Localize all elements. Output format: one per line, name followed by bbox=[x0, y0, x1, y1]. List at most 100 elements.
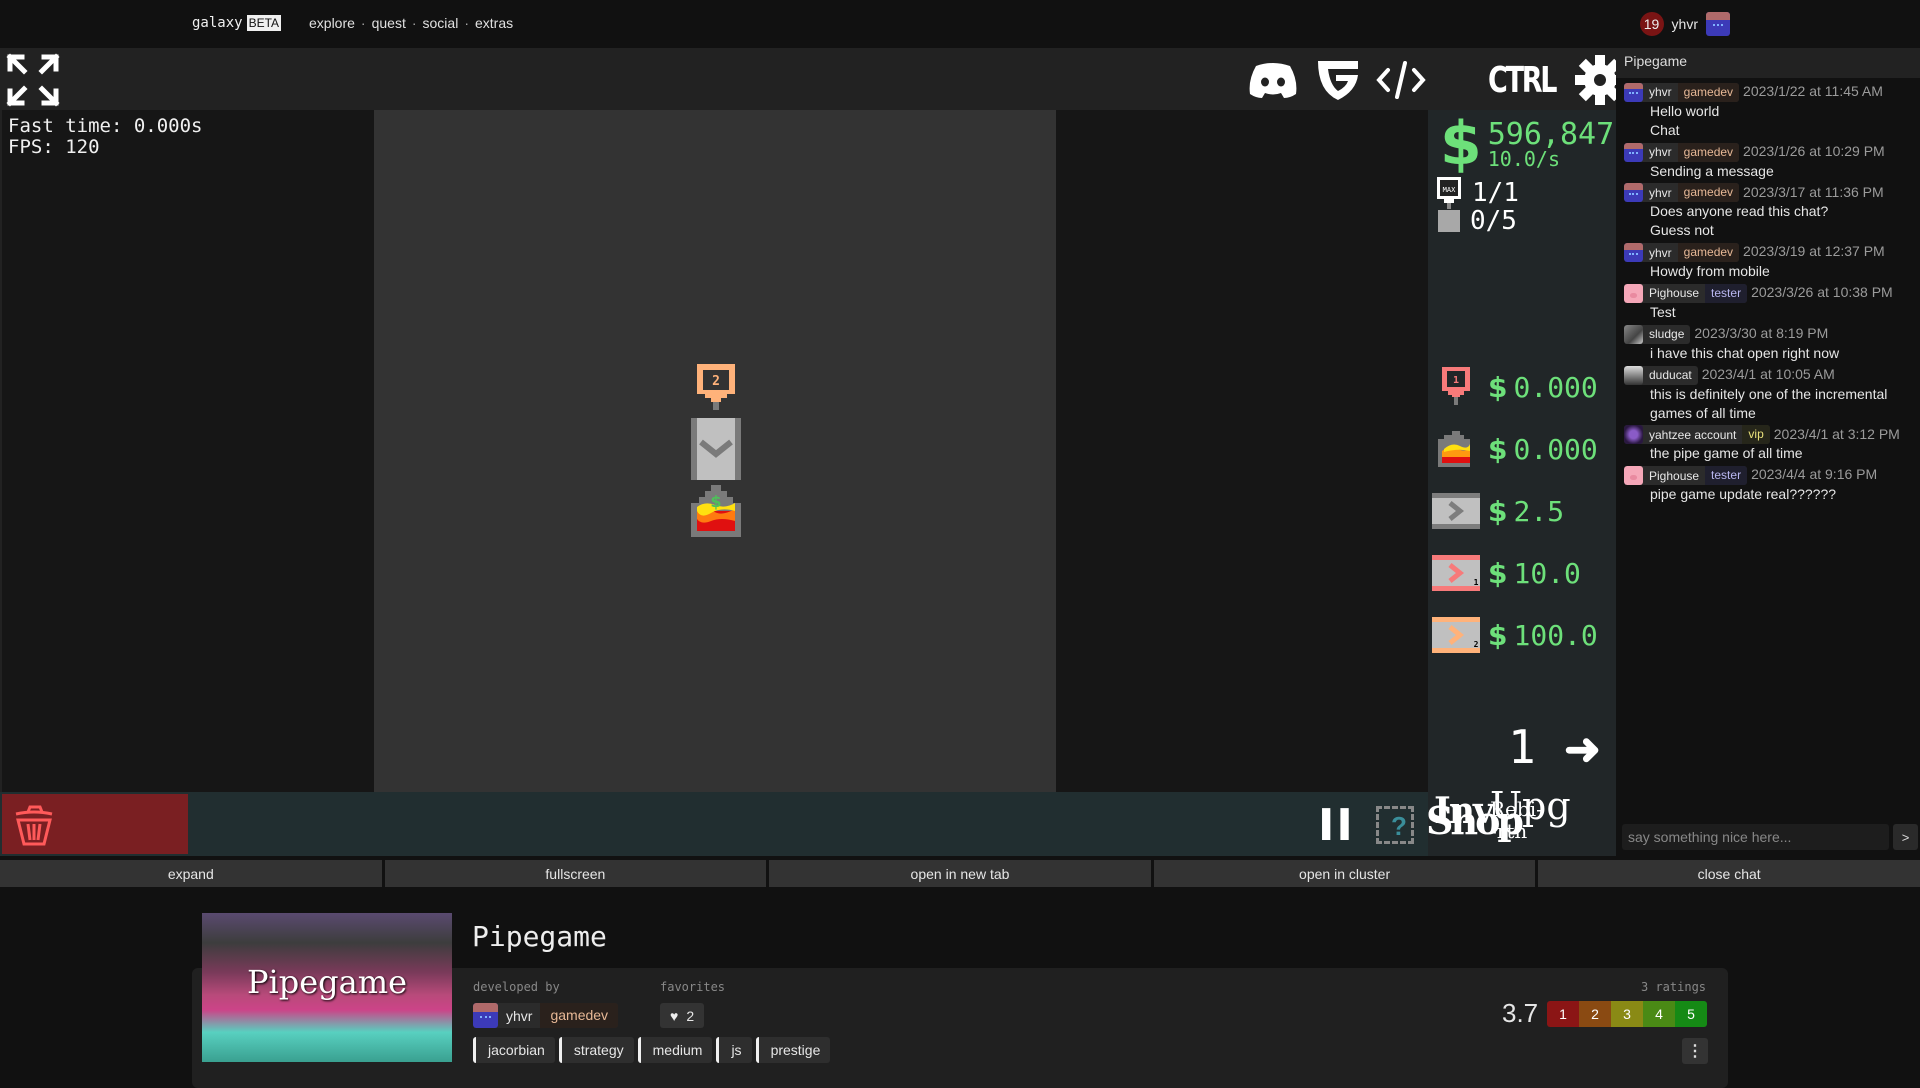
rate-5-button[interactable]: 5 bbox=[1675, 1001, 1707, 1027]
username[interactable]: yhvr bbox=[1672, 16, 1698, 32]
spawner-tile[interactable]: 2 bbox=[691, 364, 741, 418]
nav-link-quest[interactable]: quest bbox=[372, 15, 406, 31]
chat-send-button[interactable]: > bbox=[1893, 824, 1918, 850]
rating-buttons: 1 2 3 4 5 bbox=[1547, 1001, 1707, 1027]
expand-button[interactable]: expand bbox=[0, 860, 382, 887]
money-display: $ 596,847 10.0/s bbox=[1440, 114, 1614, 174]
chat-message-header: sludge 2023/3/30 at 8:19 PM bbox=[1624, 324, 1920, 344]
chat-message-header: Pighouse tester 2023/3/26 at 10:38 PM bbox=[1624, 283, 1920, 303]
discord-icon[interactable] bbox=[1246, 60, 1300, 100]
close-chat-button[interactable]: close chat bbox=[1538, 860, 1920, 887]
pipe-red-icon: 1 bbox=[1432, 555, 1480, 591]
shop-item-spawner[interactable]: 1 $ 0.000 bbox=[1432, 364, 1598, 410]
chat-message-header: yhvr gamedev 2023/3/17 at 11:36 PM bbox=[1624, 183, 1920, 203]
rebirth-label-2: -rth bbox=[1490, 819, 1528, 843]
chat-input[interactable] bbox=[1622, 824, 1889, 850]
code-icon[interactable] bbox=[1376, 60, 1426, 100]
user-chip[interactable]: yhvr gamedev bbox=[1624, 243, 1740, 263]
chat-message-text: pipe game update real?????? bbox=[1650, 486, 1837, 503]
spawner-red-icon: 1 bbox=[1442, 367, 1470, 405]
chat-message-text: this is definitely one of the incrementa… bbox=[1650, 385, 1888, 421]
developed-by-label: developed by bbox=[473, 980, 560, 994]
rating-average: 3.7 bbox=[1502, 998, 1539, 1028]
rate-3-button[interactable]: 3 bbox=[1611, 1001, 1643, 1027]
more-options-button[interactable]: ⋮ bbox=[1682, 1038, 1708, 1064]
ctrl-button[interactable]: CTRL bbox=[1488, 60, 1557, 101]
user-menu[interactable]: 19 yhvr bbox=[1639, 12, 1730, 36]
user-chip[interactable]: Pighouse tester bbox=[1624, 466, 1748, 486]
pipe-down-tile[interactable] bbox=[691, 418, 741, 480]
next-page-arrow-icon[interactable]: ➜ bbox=[1564, 728, 1601, 772]
max-spawner-icon: MAX bbox=[1437, 177, 1461, 209]
tag[interactable]: prestige bbox=[755, 1037, 831, 1063]
chat-username: sludge bbox=[1649, 327, 1685, 342]
chat-message-header: duducat 2023/4/1 at 10:05 AM bbox=[1624, 365, 1920, 385]
pause-button[interactable]: II bbox=[1318, 800, 1355, 851]
rate-1-button[interactable]: 1 bbox=[1547, 1001, 1579, 1027]
thumbnail-title: Pipegame bbox=[246, 963, 408, 1001]
rebirth-button[interactable]: Rebi- -rth bbox=[1490, 798, 1543, 842]
open-in-cluster-button[interactable]: open in cluster bbox=[1153, 860, 1536, 887]
user-chip[interactable]: yhvr gamedev bbox=[1624, 82, 1740, 102]
pipe-orange-icon: 2 bbox=[1432, 617, 1480, 653]
shop-item-pipe-red[interactable]: 1 $ 10.0 bbox=[1432, 550, 1581, 596]
chat-username: yahtzee account bbox=[1649, 427, 1737, 442]
user-chip[interactable]: duducat bbox=[1624, 365, 1698, 385]
chat-username: yhvr bbox=[1649, 245, 1672, 260]
svg-text:1: 1 bbox=[1474, 578, 1479, 587]
shop-item-seller[interactable]: $ 0.000 bbox=[1432, 426, 1598, 472]
pipe-gray-icon bbox=[1432, 493, 1480, 529]
chat-message-header: yahtzee account vip 2023/4/1 at 3:12 PM bbox=[1624, 425, 1920, 445]
rate-2-button[interactable]: 2 bbox=[1579, 1001, 1611, 1027]
user-chip[interactable]: sludge bbox=[1624, 324, 1691, 344]
guilded-icon[interactable] bbox=[1316, 59, 1360, 101]
tag[interactable]: medium bbox=[637, 1037, 713, 1063]
tag[interactable]: js bbox=[716, 1037, 752, 1063]
favorite-button[interactable]: ♥ 2 bbox=[660, 1003, 705, 1028]
game-canvas[interactable]: 2 $ bbox=[374, 110, 1056, 792]
nav-link-extras[interactable]: extras bbox=[475, 15, 513, 31]
chat-message-text: Howdy from mobile bbox=[1650, 263, 1770, 280]
tag-list: jacorbian strategy medium js prestige bbox=[473, 1037, 831, 1063]
fast-time: Fast time: 0.000s bbox=[8, 115, 203, 137]
shop-item-pipe-orange[interactable]: 2 $ 100.0 bbox=[1432, 612, 1598, 658]
nav-link-social[interactable]: social bbox=[423, 15, 459, 31]
favorites-label: favorites bbox=[660, 980, 726, 994]
expand-icon[interactable] bbox=[6, 53, 60, 107]
user-role-badge: gamedev bbox=[1677, 183, 1740, 203]
help-button[interactable]: ? bbox=[1376, 806, 1414, 844]
fullscreen-button[interactable]: fullscreen bbox=[384, 860, 767, 887]
open-new-tab-button[interactable]: open in new tab bbox=[769, 860, 1151, 887]
user-avatar[interactable] bbox=[1706, 12, 1730, 36]
svg-text:1: 1 bbox=[1453, 375, 1459, 386]
pipe-block-icon bbox=[1438, 210, 1460, 232]
nav-separator: · bbox=[360, 15, 366, 31]
price: 100.0 bbox=[1513, 618, 1598, 652]
seller-tile[interactable]: $ bbox=[691, 485, 741, 537]
user-avatar bbox=[1624, 142, 1643, 162]
user-chip[interactable]: Pighouse tester bbox=[1624, 283, 1748, 303]
dollar-icon: $ bbox=[1488, 618, 1508, 652]
debug-info: Fast time: 0.000s FPS: 120 bbox=[8, 116, 202, 158]
nav-link-explore[interactable]: explore bbox=[309, 15, 355, 31]
chat-timestamp: 2023/3/17 at 11:36 PM bbox=[1743, 183, 1884, 200]
user-chip[interactable]: yhvr gamedev bbox=[1624, 142, 1740, 162]
developer-chip[interactable]: yhvr gamedev bbox=[473, 1003, 619, 1028]
shop-item-pipe-gray[interactable]: $ 2.5 bbox=[1432, 488, 1564, 534]
notification-badge[interactable]: 19 bbox=[1639, 12, 1664, 36]
tag[interactable]: strategy bbox=[558, 1037, 634, 1063]
user-chip[interactable]: yhvr gamedev bbox=[1624, 183, 1740, 203]
heart-icon: ♥ bbox=[670, 1007, 679, 1024]
user-chip[interactable]: yahtzee account vip bbox=[1624, 425, 1770, 445]
ratings-count: 3 ratings bbox=[1641, 980, 1707, 994]
chat-timestamp: 2023/3/26 at 10:38 PM bbox=[1751, 284, 1893, 301]
chat-timestamp: 2023/3/30 at 8:19 PM bbox=[1694, 324, 1829, 341]
chat-message: duducat 2023/4/1 at 10:05 AM this is defin… bbox=[1624, 365, 1920, 423]
trash-button[interactable] bbox=[2, 794, 188, 854]
tag[interactable]: jacorbian bbox=[473, 1037, 555, 1063]
brand-name: galaxy bbox=[192, 15, 243, 31]
price: 0.000 bbox=[1513, 432, 1598, 466]
rate-4-button[interactable]: 4 bbox=[1643, 1001, 1675, 1027]
nav-separator: · bbox=[464, 15, 469, 31]
brand-logo[interactable]: galaxy BETA bbox=[192, 15, 282, 31]
